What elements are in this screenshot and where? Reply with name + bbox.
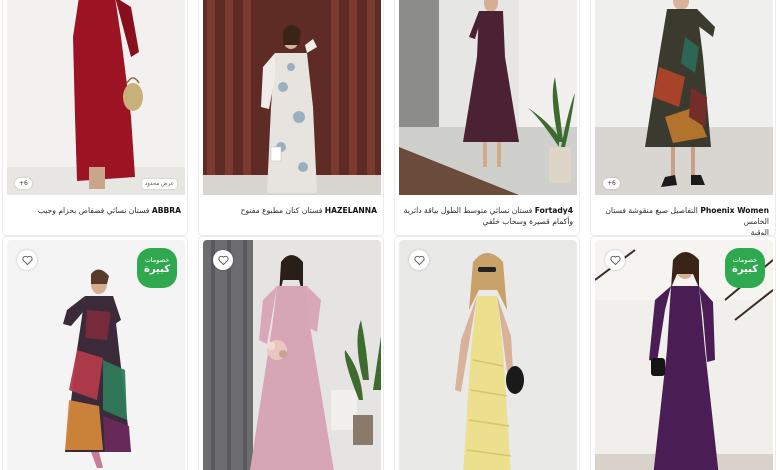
- product-image[interactable]: [399, 0, 577, 195]
- product-card[interactable]: [394, 236, 580, 470]
- product-grid: +6 عرض محدود ABBRA فستان نسائي فضفاض بحز…: [0, 0, 780, 470]
- discount-badge: خصومات كبيرة: [725, 248, 765, 288]
- product-card[interactable]: خصومات كبيرة: [2, 236, 188, 470]
- product-card[interactable]: خصومات كبيرة: [590, 236, 776, 470]
- product-card-abbra[interactable]: +6 عرض محدود ABBRA فستان نسائي فضفاض بحز…: [2, 0, 188, 236]
- product-card-phoenix[interactable]: +6 Phoenix Women التفاصيل صبغ منقوشة فست…: [590, 0, 776, 236]
- product-title[interactable]: ABBRA فستان نسائي فضفاض بحزام وجيب: [9, 205, 181, 216]
- heart-icon: [609, 255, 621, 265]
- image-count-badge: +6: [15, 178, 32, 189]
- heart-icon: [21, 255, 33, 265]
- favorite-button[interactable]: [409, 250, 429, 270]
- product-name-line2: الوقية: [750, 228, 769, 236]
- product-title[interactable]: Fortady4 فستان نسائي متوسط الطول بياقة د…: [401, 205, 573, 227]
- badge-subtitle: خصومات: [732, 256, 758, 264]
- product-brand: HAZELANNA: [324, 206, 377, 215]
- image-count-badge: +6: [603, 178, 620, 189]
- product-card-fortady4[interactable]: Fortady4 فستان نسائي متوسط الطول بياقة د…: [394, 0, 580, 236]
- heart-icon: [217, 255, 229, 265]
- product-brand: Fortady4: [534, 206, 573, 215]
- product-name-line1: فستان نسائي متوسط الطول بياقة دائرية: [403, 206, 533, 215]
- heart-icon: [413, 255, 425, 265]
- product-card-hazelanna[interactable]: HAZELANNA فستان كتان مطبوع مفتوح: [198, 0, 384, 236]
- product-name-line2: وأكمام قصيرة وسحاب خلفي: [482, 217, 574, 226]
- product-name: فستان نسائي فضفاض بحزام وجيب: [37, 206, 150, 215]
- product-title[interactable]: Phoenix Women التفاصيل صبغ منقوشة فستان …: [597, 205, 769, 236]
- favorite-button[interactable]: [605, 250, 625, 270]
- product-image[interactable]: [203, 240, 381, 470]
- badge-title: كبيرة: [143, 264, 171, 275]
- badge-subtitle: خصومات: [144, 256, 170, 264]
- badge-title: كبيرة: [731, 264, 759, 275]
- product-image[interactable]: [203, 0, 381, 195]
- product-card[interactable]: [198, 236, 384, 470]
- discount-badge: خصومات كبيرة: [137, 248, 177, 288]
- product-image[interactable]: +6: [595, 0, 773, 195]
- favorite-button[interactable]: [17, 250, 37, 270]
- product-image[interactable]: خصومات كبيرة: [595, 240, 773, 470]
- limited-offer-tag: عرض محدود: [141, 179, 177, 189]
- product-brand: ABBRA: [151, 206, 181, 215]
- product-image[interactable]: خصومات كبيرة: [7, 240, 185, 470]
- product-name: فستان كتان مطبوع مفتوح: [240, 206, 323, 215]
- product-title[interactable]: HAZELANNA فستان كتان مطبوع مفتوح: [205, 205, 377, 216]
- product-brand: Phoenix Women: [700, 206, 769, 215]
- product-image[interactable]: [399, 240, 577, 470]
- favorite-button[interactable]: [213, 250, 233, 270]
- product-image[interactable]: +6 عرض محدود: [7, 0, 185, 195]
